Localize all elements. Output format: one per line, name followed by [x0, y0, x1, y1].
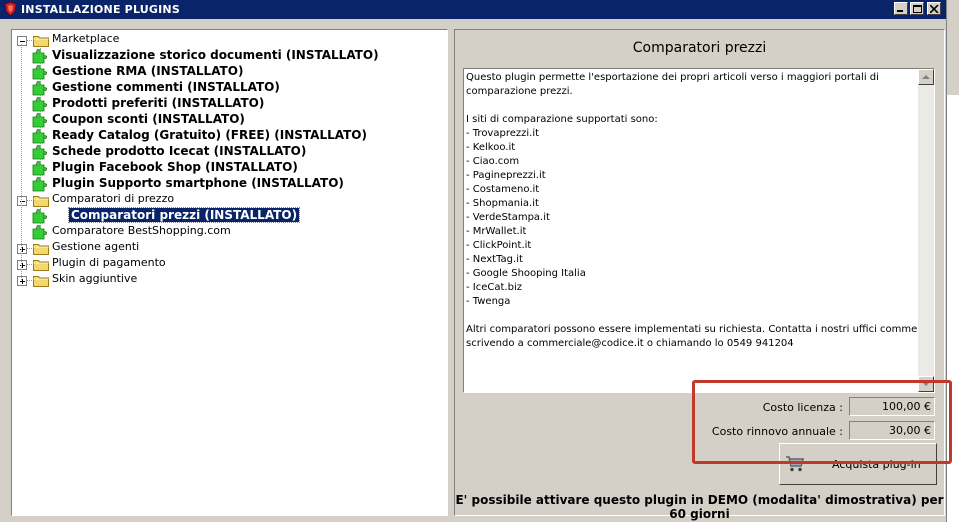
plugin-detail-panel: Comparatori prezzi Questo plugin permett… — [454, 29, 945, 521]
maximize-icon — [913, 5, 922, 13]
demo-notice: E' possibile attivare questo plugin in D… — [455, 493, 944, 521]
title-bar: INSTALLAZIONE PLUGINS — [0, 0, 946, 19]
tree-folder-label[interactable]: Gestione agenti — [52, 240, 139, 253]
scroll-up-button[interactable] — [918, 69, 934, 85]
tree-plugin-label[interactable]: Gestione commenti (INSTALLATO) — [52, 80, 280, 94]
tree-connector — [27, 264, 32, 265]
tree-folder-label[interactable]: Marketplace — [52, 32, 119, 45]
tree-expander-1[interactable] — [17, 36, 27, 46]
tree-guide-line — [21, 44, 22, 280]
tree-expander-4[interactable] — [17, 260, 27, 270]
tree-plugin-label[interactable]: Plugin Facebook Shop (INSTALLATO) — [52, 160, 298, 174]
tree-expander-2[interactable] — [17, 196, 27, 206]
description-scrollbar[interactable] — [918, 69, 934, 392]
close-button[interactable] — [927, 2, 941, 15]
tree-guide-line — [40, 208, 41, 234]
tree-plugin-label[interactable]: Plugin Supporto smartphone (INSTALLATO) — [52, 176, 344, 190]
expander-minus-stroke — [20, 41, 25, 42]
folder-icon — [33, 194, 49, 207]
license-cost-label: Costo licenza : — [762, 401, 843, 414]
background-window-toolbar — [947, 0, 959, 95]
expander-plus-stroke — [22, 263, 23, 268]
maximize-button[interactable] — [910, 2, 924, 15]
tree-plugin-label[interactable]: Schede prodotto Icecat (INSTALLATO) — [52, 144, 306, 158]
tree-connector — [27, 200, 32, 201]
folder-icon — [33, 258, 49, 271]
window-title: INSTALLAZIONE PLUGINS — [21, 3, 180, 16]
cart-icon — [786, 456, 805, 472]
buy-plugin-button[interactable]: Acquista plug-in — [779, 443, 937, 485]
renewal-cost-field: 30,00 € — [849, 421, 935, 440]
tree-plugin-label[interactable]: Coupon sconti (INSTALLATO) — [52, 112, 245, 126]
scroll-down-button[interactable] — [918, 376, 934, 392]
minimize-icon — [897, 10, 903, 12]
tree-folder-label[interactable]: Comparatori di prezzo — [52, 192, 174, 205]
plugin-tree[interactable]: Marketplace Visualizzazione storico docum… — [11, 29, 448, 516]
tree-connector — [27, 280, 32, 281]
tree-folder-label[interactable]: Skin aggiuntive — [52, 272, 137, 285]
tree-plugin-label[interactable]: Gestione RMA (INSTALLATO) — [52, 64, 243, 78]
tree-plugin-label[interactable]: Ready Catalog (Gratuito) (FREE) (INSTALL… — [52, 128, 367, 142]
app-shield-icon — [4, 2, 17, 16]
expander-plus-stroke — [22, 279, 23, 284]
description-box[interactable]: Questo plugin permette l'esportazione de… — [463, 68, 935, 393]
tree-plugin-label[interactable]: Prodotti preferiti (INSTALLATO) — [52, 96, 264, 110]
renewal-cost-label: Costo rinnovo annuale : — [711, 425, 843, 438]
close-icon — [930, 5, 939, 13]
tree-connector — [27, 248, 32, 249]
folder-icon — [33, 34, 49, 47]
tree-plugin-label[interactable]: Comparatore BestShopping.com — [52, 224, 231, 237]
plugin-description: Questo plugin permette l'esportazione de… — [466, 72, 934, 349]
background-window-strip — [946, 0, 959, 522]
plugin-title: Comparatori prezzi — [632, 40, 767, 56]
buy-plugin-label: Acquista plug-in — [832, 458, 921, 471]
tree-plugin-label-selected[interactable]: Comparatori prezzi (INSTALLATO) — [67, 207, 301, 223]
expander-plus-stroke — [22, 247, 23, 252]
tree-expander-3[interactable] — [17, 244, 27, 254]
license-cost-field: 100,00 € — [849, 397, 935, 416]
tree-connector — [27, 40, 32, 41]
arrow-down-icon — [922, 382, 930, 386]
folder-icon — [33, 242, 49, 255]
folder-icon — [33, 274, 49, 287]
minimize-button[interactable] — [894, 2, 908, 15]
tree-plugin-label[interactable]: Visualizzazione storico documenti (INSTA… — [52, 48, 379, 62]
tree-folder-label[interactable]: Plugin di pagamento — [52, 256, 166, 269]
tree-expander-5[interactable] — [17, 276, 27, 286]
tree-guide-line — [40, 48, 41, 186]
arrow-up-icon — [922, 75, 930, 79]
